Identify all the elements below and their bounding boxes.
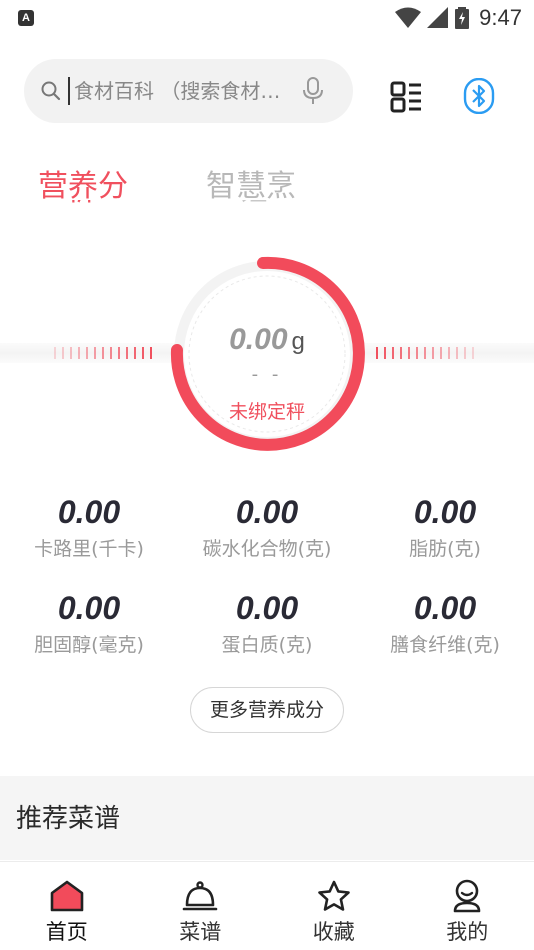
nav-favorites[interactable]: 收藏 <box>267 862 401 950</box>
nutrition-value: 0.00 <box>57 590 121 626</box>
tab-smart-cooking-overflow: 饪 <box>238 200 268 216</box>
scale-tick <box>126 347 128 359</box>
scale-tick <box>376 347 378 359</box>
scale-tick <box>432 347 434 359</box>
scale-tick <box>102 347 104 359</box>
scale-tick <box>78 347 80 359</box>
nav-label: 首页 <box>45 920 88 944</box>
more-nutrients-button[interactable]: 更多营养成分 <box>190 687 344 733</box>
status-bar: A 9:47 <box>0 0 534 36</box>
cloche-icon <box>182 881 218 911</box>
scale-tick <box>54 347 56 359</box>
nutrition-value: 0.00 <box>413 494 477 530</box>
scale-tick <box>150 347 152 359</box>
scale-tick <box>424 347 426 359</box>
wifi-icon <box>395 7 422 28</box>
scale-tick <box>408 347 410 359</box>
nutrition-value: 0.00 <box>57 494 121 530</box>
microphone-icon[interactable] <box>301 77 325 105</box>
nutrition-cholesterol: 0.00 胆固醇(毫克) <box>0 590 178 657</box>
signal-icon <box>427 7 449 28</box>
nutrition-label: 卡路里(千卡) <box>34 538 144 560</box>
scale-ticks-right <box>376 347 474 359</box>
nutrition-label: 膳食纤维(克) <box>390 634 500 656</box>
nutrition-label: 碳水化合物(克) <box>202 538 332 560</box>
star-icon <box>317 880 350 911</box>
weight-value: 0.00 <box>229 323 288 356</box>
nav-profile[interactable]: 我的 <box>401 862 534 950</box>
nutrition-calories: 0.00 卡路里(千卡) <box>0 494 178 561</box>
scale-status[interactable]: 未绑定秤 <box>168 397 366 424</box>
weight-secondary: - - <box>251 364 283 385</box>
search-icon <box>41 81 61 101</box>
scale-tick <box>456 347 458 359</box>
nutrition-fiber: 0.00 膳食纤维(克) <box>356 590 534 657</box>
battery-icon <box>455 7 470 29</box>
weight-unit: g <box>291 328 305 355</box>
scale-tick <box>416 347 418 359</box>
scale-ticks-left <box>54 347 152 359</box>
nutrition-label: 胆固醇(毫克) <box>34 634 144 656</box>
scale-tick <box>440 347 442 359</box>
nutrition-label: 蛋白质(克) <box>221 634 313 656</box>
scan-icon[interactable] <box>387 78 425 116</box>
profile-icon <box>453 879 481 913</box>
tab-smart-cooking[interactable]: 智慧烹 <box>206 161 296 205</box>
nutrition-label: 脂肪(克) <box>409 538 481 560</box>
scale-tick <box>392 347 394 359</box>
nav-home[interactable]: 首页 <box>0 862 134 950</box>
weight-readout: 0.00 g <box>168 322 366 357</box>
scale-tick <box>110 347 112 359</box>
nav-recipes[interactable]: 菜谱 <box>134 862 268 950</box>
scale-tick <box>134 347 136 359</box>
bluetooth-icon[interactable] <box>461 78 497 114</box>
bottom-nav: 首页 菜谱 收藏 我的 <box>0 861 534 950</box>
home-icon <box>50 880 84 912</box>
nav-label: 收藏 <box>312 920 355 944</box>
scale-tick <box>464 347 466 359</box>
recommend-title: 推荐菜谱 <box>16 804 121 834</box>
scale-tick <box>70 347 72 359</box>
nutrition-carbs: 0.00 碳水化合物(克) <box>178 494 356 561</box>
scale-tick <box>118 347 120 359</box>
scale-tick <box>384 347 386 359</box>
scale-tick <box>448 347 450 359</box>
search-bar[interactable] <box>24 59 353 123</box>
notification-app-icon: A <box>18 10 34 26</box>
scale-tick <box>62 347 64 359</box>
nav-label: 我的 <box>446 920 489 944</box>
scale-tick <box>472 347 474 359</box>
nav-label: 菜谱 <box>179 920 222 944</box>
nutrition-fat: 0.00 脂肪(克) <box>356 494 534 561</box>
scale-tick <box>86 347 88 359</box>
nutrition-value: 0.00 <box>413 590 477 626</box>
status-time: 9:47 <box>479 5 522 30</box>
tab-nutrition-overflow: 析 <box>66 200 96 216</box>
nutrition-value: 0.00 <box>235 494 299 530</box>
scale-tick <box>400 347 402 359</box>
search-input[interactable] <box>68 77 308 105</box>
scale-tick <box>94 347 96 359</box>
tab-nutrition[interactable]: 营养分 <box>38 161 128 205</box>
nutrition-protein: 0.00 蛋白质(克) <box>178 590 356 657</box>
scale-tick <box>142 347 144 359</box>
nutrition-value: 0.00 <box>235 590 299 626</box>
status-indicators: 9:47 <box>395 5 522 31</box>
